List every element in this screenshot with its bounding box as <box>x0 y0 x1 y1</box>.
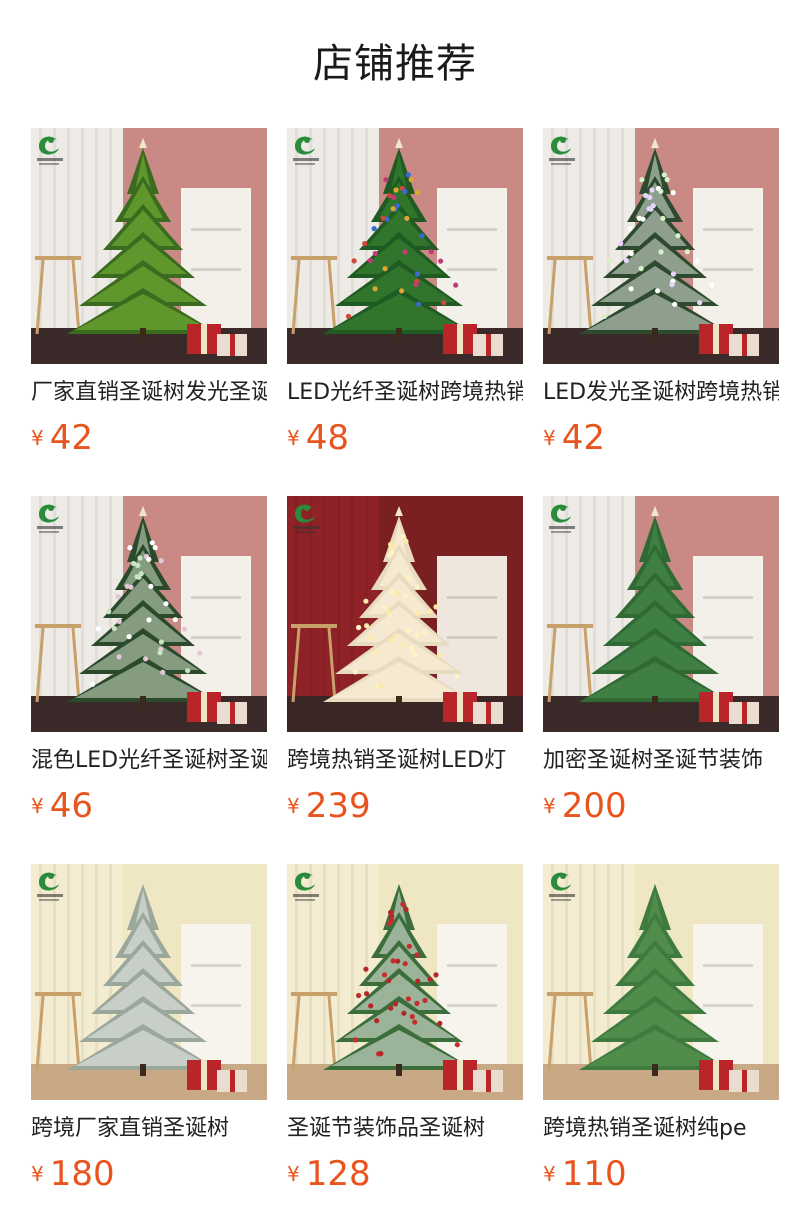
product-photo <box>287 496 523 732</box>
product-photo <box>31 864 267 1100</box>
product-price: ¥42 <box>31 418 93 458</box>
product-image[interactable] <box>31 496 267 732</box>
currency-symbol: ¥ <box>31 794 44 818</box>
price-value: 42 <box>561 418 605 458</box>
price-value: 48 <box>305 418 349 458</box>
store-recommendations-page: 店铺推荐 厂家直销圣诞树发光圣诞树 ¥42 LED光纤圣诞树跨境热销 ¥48 L… <box>0 0 790 1232</box>
currency-symbol: ¥ <box>31 1162 44 1186</box>
product-price: ¥48 <box>287 418 349 458</box>
product-image[interactable] <box>287 496 523 732</box>
product-name[interactable]: 混色LED光纤圣诞树圣诞 <box>31 746 267 776</box>
currency-symbol: ¥ <box>287 1162 300 1186</box>
price-value: 239 <box>305 786 371 826</box>
product-name[interactable]: LED发光圣诞树跨境热销 <box>543 378 779 408</box>
product-image[interactable] <box>543 496 779 732</box>
product-price: ¥128 <box>287 1154 371 1194</box>
product-price: ¥46 <box>31 786 93 826</box>
currency-symbol: ¥ <box>543 1162 556 1186</box>
currency-symbol: ¥ <box>543 794 556 818</box>
product-image[interactable] <box>543 864 779 1100</box>
currency-symbol: ¥ <box>287 426 300 450</box>
product-price: ¥110 <box>543 1154 627 1194</box>
product-name[interactable]: 圣诞节装饰品圣诞树 <box>287 1114 523 1144</box>
product-photo <box>543 496 779 732</box>
product-image[interactable] <box>31 128 267 364</box>
product-photo <box>31 128 267 364</box>
product-name[interactable]: 加密圣诞树圣诞节装饰 <box>543 746 779 776</box>
product-name[interactable]: LED光纤圣诞树跨境热销 <box>287 378 523 408</box>
currency-symbol: ¥ <box>31 426 44 450</box>
product-image[interactable] <box>543 128 779 364</box>
price-value: 200 <box>561 786 627 826</box>
product-photo <box>287 864 523 1100</box>
product-name[interactable]: 跨境厂家直销圣诞树 <box>31 1114 267 1144</box>
currency-symbol: ¥ <box>543 426 556 450</box>
product-image[interactable] <box>287 128 523 364</box>
product-name[interactable]: 跨境热销圣诞树纯pe <box>543 1114 779 1144</box>
product-name[interactable]: 跨境热销圣诞树LED灯 <box>287 746 523 776</box>
product-price: ¥180 <box>31 1154 115 1194</box>
product-image[interactable] <box>287 864 523 1100</box>
price-value: 110 <box>561 1154 627 1194</box>
currency-symbol: ¥ <box>287 794 300 818</box>
price-value: 42 <box>49 418 93 458</box>
price-value: 128 <box>305 1154 371 1194</box>
product-price: ¥42 <box>543 418 605 458</box>
product-photo <box>287 128 523 364</box>
product-name[interactable]: 厂家直销圣诞树发光圣诞树 <box>31 378 267 408</box>
section-title: 店铺推荐 <box>313 41 477 87</box>
product-image[interactable] <box>31 864 267 1100</box>
product-photo <box>543 864 779 1100</box>
product-price: ¥239 <box>287 786 371 826</box>
product-photo <box>543 128 779 364</box>
product-photo <box>31 496 267 732</box>
price-value: 46 <box>49 786 93 826</box>
price-value: 180 <box>49 1154 115 1194</box>
product-price: ¥200 <box>543 786 627 826</box>
